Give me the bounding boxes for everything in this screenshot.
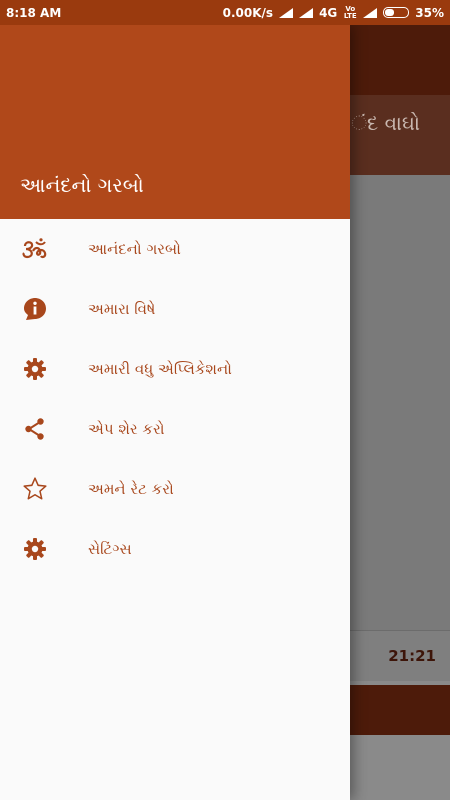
om-icon	[22, 236, 48, 262]
menu-item-more-apps[interactable]: અમારી વધુ એપ્લિકેશનો	[0, 339, 350, 399]
status-right: 0.00K/s 4G Vo LTE 35%	[222, 4, 444, 20]
menu-item-home[interactable]: આનંદનો ગરબો	[0, 219, 350, 279]
drawer-header: આનંદનો ગરબો	[0, 25, 350, 219]
wifi-signal-icon	[363, 7, 378, 18]
menu-item-share[interactable]: એપ શેર કરો	[0, 399, 350, 459]
drawer-title: આનંદનો ગરબો	[20, 173, 144, 197]
info-icon	[22, 296, 48, 322]
menu-label-home: આનંદનો ગરબો	[88, 240, 181, 258]
menu-label-more-apps: અમારી વધુ એપ્લિકેશનો	[88, 360, 232, 378]
menu-label-settings: સેટિંગ્સ	[88, 540, 132, 558]
signal-icon	[279, 7, 294, 18]
battery-percent: 35%	[415, 5, 444, 20]
network-type: 4G	[319, 5, 338, 20]
menu-label-rate: અમને રેટ કરો	[88, 480, 174, 498]
navigation-drawer: આનંદનો ગરબો આનંદનો ગરબો અમારા વિષે અમારી…	[0, 25, 350, 800]
background-header-text: ંદ વાઘો	[351, 111, 420, 135]
background-duration: 21:21	[388, 647, 436, 665]
gear-icon	[22, 356, 48, 382]
share-icon	[22, 416, 48, 442]
star-icon	[22, 476, 48, 502]
menu-item-settings[interactable]: સેટિંગ્સ	[0, 519, 350, 579]
network-speed: 0.00K/s	[222, 5, 274, 20]
menu-label-about: અમારા વિષે	[88, 300, 156, 318]
menu-item-about[interactable]: અમારા વિષે	[0, 279, 350, 339]
status-bar: 8:18 AM 0.00K/s 4G Vo LTE 35%	[0, 0, 450, 25]
settings-gear-icon	[22, 536, 48, 562]
status-time: 8:18 AM	[6, 5, 62, 20]
drawer-menu: આનંદનો ગરબો અમારા વિષે અમારી વધુ એપ્લિકે…	[0, 219, 350, 579]
menu-item-rate[interactable]: અમને રેટ કરો	[0, 459, 350, 519]
volte-badge: Vo LTE	[343, 4, 357, 20]
menu-label-share: એપ શેર કરો	[88, 420, 165, 438]
battery-icon	[383, 7, 410, 18]
signal-icon-2	[299, 7, 314, 18]
